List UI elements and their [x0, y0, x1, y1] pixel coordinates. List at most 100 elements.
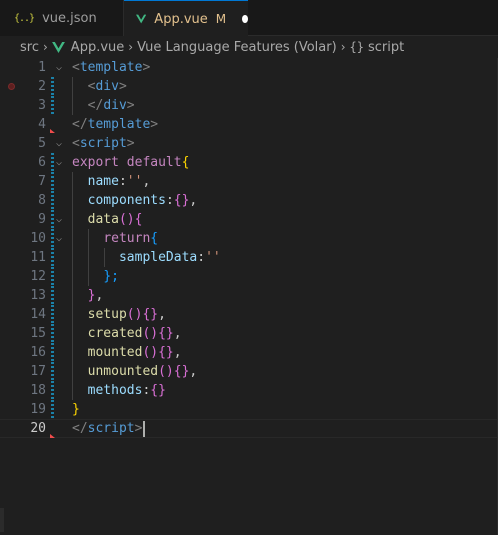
code-line: 18 methods:{} [0, 381, 498, 400]
code-line: 15 created(){}, [0, 324, 498, 343]
code-line: 14 setup(){}, [0, 305, 498, 324]
fold-chevron-icon[interactable]: ⌵ [56, 153, 62, 172]
code-text: }, [87, 288, 104, 303]
line-number: 15 [30, 326, 46, 341]
code-line: 17 unmounted(){}, [0, 362, 498, 381]
code-line: 19 } [0, 400, 498, 419]
line-number: 17 [30, 364, 46, 379]
modified-line-marker [51, 229, 54, 248]
fold-chevron-icon[interactable]: ⌵ [56, 210, 62, 229]
modified-line-marker [51, 267, 54, 286]
vue-file-icon [51, 41, 65, 53]
code-line: 11 sampleData:'' [0, 248, 498, 267]
line-number: 12 [30, 269, 46, 284]
line-number: 13 [30, 288, 46, 303]
line-number: 18 [30, 383, 46, 398]
unsaved-dot-icon[interactable] [242, 15, 248, 23]
code-text: data(){ [87, 212, 143, 227]
breadcrumb-section[interactable]: Vue Language Features (Volar) [137, 40, 337, 55]
tab-label: App.vue [154, 11, 208, 27]
code-line: 16 mounted(){}, [0, 343, 498, 362]
chevron-right-icon: › [42, 40, 48, 54]
tab-vue-json[interactable]: {..} vue.json [0, 0, 124, 36]
line-number: 9 [38, 212, 46, 227]
code-text: methods:{} [87, 383, 166, 398]
scrollbar[interactable] [0, 508, 4, 532]
code-line: 2 <div> [0, 77, 498, 96]
code-editor[interactable]: 1 ⌵ <template> 2 <div> 3 </div> 4 </temp… [0, 58, 498, 535]
modified-line-marker [51, 96, 54, 115]
line-number: 19 [30, 402, 46, 417]
fold-chevron-icon[interactable]: ⌵ [56, 58, 62, 77]
line-number: 4 [38, 117, 46, 132]
modified-line-marker [51, 153, 54, 172]
modified-line-marker [51, 381, 54, 400]
modified-line-marker [51, 286, 54, 305]
modified-line-marker [51, 172, 54, 191]
tab-label: vue.json [42, 10, 97, 26]
breadcrumb-symbol[interactable]: script [368, 40, 404, 55]
modified-line-marker [51, 324, 54, 343]
code-line: 10 ⌵ return{ [0, 229, 498, 248]
breadcrumb-folder[interactable]: src [20, 40, 39, 55]
json-file-icon: {..} [14, 12, 35, 24]
modified-line-marker [51, 343, 54, 362]
deleted-line-marker [50, 129, 55, 133]
code-line: 4 </template> [0, 115, 498, 134]
code-text: mounted(){}, [87, 345, 182, 360]
code-text: components:{}, [87, 193, 198, 208]
code-text: setup(){}, [87, 307, 166, 322]
code-line: 5 ⌵ <script> [0, 134, 498, 153]
line-number: 14 [30, 307, 46, 322]
chevron-right-icon: › [128, 40, 134, 54]
code-text: }; [103, 269, 119, 284]
breadcrumb-file[interactable]: App.vue [71, 40, 124, 55]
code-line: 13 }, [0, 286, 498, 305]
code-line: 9 ⌵ data(){ [0, 210, 498, 229]
deleted-line-marker [50, 434, 55, 438]
code-text: export default{ [72, 155, 190, 170]
code-line-current: 20 </script> [0, 419, 498, 438]
code-text: </template> [72, 117, 159, 132]
modified-line-marker [51, 248, 54, 267]
line-number: 1 [38, 60, 46, 75]
code-text: name:'', [87, 174, 151, 189]
code-line: 7 name:'', [0, 172, 498, 191]
modified-line-marker [51, 191, 54, 210]
line-number: 3 [38, 98, 46, 113]
line-number: 2 [38, 79, 46, 94]
vue-file-icon [136, 14, 147, 24]
line-number: 16 [30, 345, 46, 360]
modified-line-marker [51, 210, 54, 229]
line-number: 10 [30, 231, 46, 246]
code-text: sampleData:'' [118, 250, 221, 265]
code-line: 3 </div> [0, 96, 498, 115]
modified-badge: M [215, 12, 227, 26]
modified-line-marker [51, 400, 54, 419]
code-text: unmounted(){}, [87, 364, 198, 379]
tab-bar: {..} vue.json App.vue M [0, 0, 498, 37]
text-cursor [143, 420, 146, 437]
code-text: return{ [103, 231, 159, 246]
line-number: 20 [30, 421, 46, 436]
braces-icon: {} [349, 40, 364, 54]
line-number: 6 [38, 155, 46, 170]
modified-line-marker [51, 77, 54, 96]
code-line: 8 components:{}, [0, 191, 498, 210]
fold-chevron-icon[interactable]: ⌵ [56, 134, 62, 153]
line-number: 5 [38, 136, 46, 151]
modified-line-marker [51, 362, 54, 381]
line-number: 7 [38, 174, 46, 189]
line-number: 11 [30, 250, 46, 265]
chevron-right-icon: › [340, 40, 346, 54]
code-text: <script> [72, 136, 135, 151]
code-text: </div> [87, 98, 135, 113]
code-line: 12 }; [0, 267, 498, 286]
code-text: <template> [72, 60, 151, 75]
fold-chevron-icon[interactable]: ⌵ [56, 229, 62, 248]
line-number: 8 [38, 193, 46, 208]
tab-app-vue[interactable]: App.vue M [124, 0, 248, 37]
code-line: 6 ⌵ export default{ [0, 153, 498, 172]
code-text: <div> [87, 79, 127, 94]
code-line: 1 ⌵ <template> [0, 58, 498, 77]
